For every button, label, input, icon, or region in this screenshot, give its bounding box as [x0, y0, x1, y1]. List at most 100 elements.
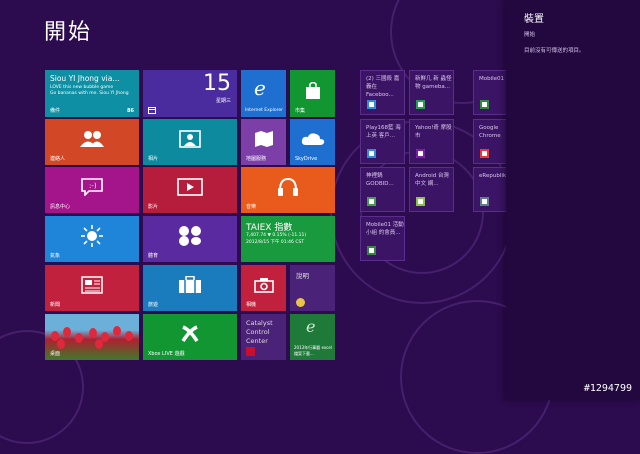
newspaper-icon: [81, 276, 103, 294]
tile-name: 體育: [148, 253, 159, 259]
tile-sports[interactable]: 體育: [143, 216, 237, 262]
tile-skydrive[interactable]: SkyDrive: [290, 119, 335, 165]
small-tile-label: Mobile01 活動小組 的會員...: [366, 222, 404, 236]
watermark: #1294799: [583, 383, 632, 394]
tile-name: 音樂: [246, 204, 257, 210]
tile-name: 連絡人: [50, 156, 66, 162]
sun-icon: [81, 225, 103, 248]
tile-name: 氣象: [50, 253, 61, 259]
small-tile[interactable]: 神裡鍋 GODBID...: [360, 167, 405, 212]
map-icon: [254, 131, 273, 148]
tile-name: Internet Explorer: [245, 108, 284, 113]
catalyst-icon: [246, 347, 255, 356]
small-tile-label: 神裡鍋 GODBID...: [366, 173, 394, 187]
site-favicon-icon: [367, 100, 376, 109]
panel-message: 目前沒有可傳送的項目。: [524, 48, 585, 54]
panel-subtitle: 開始: [524, 32, 536, 38]
tile-name: 桌面: [50, 351, 61, 357]
tile-maps[interactable]: 地圖服務: [241, 119, 286, 165]
site-favicon-icon: [416, 100, 425, 109]
tile-people[interactable]: 連絡人: [45, 119, 139, 165]
tile-name: 2013年行事曆 excel檔案下載...: [294, 345, 332, 356]
tile-name: 影片: [148, 204, 159, 210]
people-hub-line3: Go bananas with me. Siou YI Jhong: [50, 91, 129, 96]
calendar-weekday: 星期三: [215, 98, 231, 104]
tile-weather[interactable]: 氣象: [45, 216, 139, 262]
shopping-bag-icon: [305, 81, 320, 99]
tile-calendar[interactable]: 15 星期三: [143, 70, 237, 117]
small-tile[interactable]: (2) 三國殺 嘉義在 Faceboo...: [360, 70, 405, 115]
tile-desktop[interactable]: 桌面: [45, 314, 139, 360]
people-icon: [80, 131, 104, 148]
site-favicon-icon: [480, 197, 489, 206]
panel-title: 裝置: [524, 14, 544, 25]
finance-line2: 2012/8/15 下午 01:46 CST: [246, 240, 305, 245]
small-tile-label: Android 台灣中文 網...: [415, 173, 450, 187]
ie-icon: e: [254, 76, 266, 100]
tile-name: Xbox LIVE 遊戲: [148, 351, 185, 357]
tile-store[interactable]: 市集: [290, 70, 335, 117]
finance-line1: 7,407.74 ▼ 0.15% (-11.11): [246, 233, 307, 238]
tile-music[interactable]: 音樂: [241, 167, 335, 213]
people-hub-line1: Siou YI Jhong via...: [50, 74, 120, 83]
site-favicon-icon: [416, 149, 425, 158]
tile-name: 市集: [295, 108, 306, 114]
tile-name: 地圖服務: [246, 156, 267, 162]
site-favicon-icon: [367, 246, 376, 255]
small-tile[interactable]: Play168藍 海上英 客戶...: [360, 119, 405, 164]
small-tile-label: 新鮮几 新 蟲怪物 gameba...: [415, 76, 452, 90]
tile-catalyst[interactable]: Catalyst Control Center: [241, 314, 286, 360]
calendar-icon: [148, 107, 156, 114]
tile-video[interactable]: 影片: [143, 167, 237, 213]
tile-internet-explorer[interactable]: e Internet Explorer: [241, 70, 286, 117]
tile-people-hub[interactable]: Siou YI Jhong via... LOVE this new bubbl…: [45, 70, 139, 117]
photo-icon: [179, 130, 201, 149]
tile-excel[interactable]: e 2013年行事曆 excel檔案下載...: [290, 314, 335, 360]
site-favicon-icon: [416, 197, 425, 206]
tile-photos[interactable]: 相片: [143, 119, 237, 165]
headphones-icon: [278, 178, 298, 197]
site-favicon-icon: [480, 149, 489, 158]
xbox-icon: [181, 325, 199, 343]
cloud-icon: [301, 133, 324, 146]
finance-title: TAIEX 指數: [246, 223, 293, 233]
people-hub-line2: LOVE this new bubble game: [50, 85, 114, 90]
site-favicon-icon: [367, 149, 376, 158]
help-icon: [296, 298, 305, 307]
tile-name: Catalyst Control Center: [246, 319, 273, 345]
small-tile[interactable]: Yahoo!奇 摩股市: [409, 119, 454, 164]
camera-icon: [253, 278, 274, 294]
tile-finance[interactable]: TAIEX 指數 7,407.74 ▼ 0.15% (-11.11) 2012/…: [241, 216, 335, 262]
tile-help[interactable]: 說明: [290, 265, 335, 311]
tile-name: 新聞: [50, 302, 61, 308]
tile-messaging[interactable]: :-) 訊息中心: [45, 167, 139, 213]
site-favicon-icon: [480, 100, 489, 109]
tile-name: 相機: [246, 302, 257, 308]
small-tile[interactable]: Android 台灣中文 網...: [409, 167, 454, 212]
calendar-day: 15: [203, 71, 231, 96]
tile-travel[interactable]: 旅遊: [143, 265, 237, 311]
tile-name: 備件: [50, 108, 61, 114]
small-tile[interactable]: Mobile01 活動小組 的會員...: [360, 216, 405, 261]
sports-balls-icon: [179, 226, 201, 247]
tile-xbox[interactable]: Xbox LIVE 遊戲: [143, 314, 237, 360]
tile-name: 相片: [148, 156, 159, 162]
tile-camera[interactable]: 相機: [241, 265, 286, 311]
suitcase-icon: [179, 276, 201, 294]
devices-charm-panel: 裝置 開始 目前沒有可傳送的項目。: [506, 0, 640, 400]
site-favicon-icon: [367, 197, 376, 206]
svg-text::-): :-): [89, 182, 97, 190]
messaging-icon: :-): [81, 178, 103, 197]
small-tile[interactable]: 新鮮几 新 蟲怪物 gameba...: [409, 70, 454, 115]
start-title: 開始: [44, 20, 93, 45]
tile-name: 訊息中心: [50, 204, 71, 210]
video-icon: [177, 178, 203, 197]
notification-badge: 86: [127, 108, 134, 114]
small-tile-label: Yahoo!奇 摩股市: [415, 125, 452, 139]
tile-name: 旅遊: [148, 302, 159, 308]
tile-name: SkyDrive: [295, 156, 318, 162]
small-tile-label: Play168藍 海上英 客戶...: [366, 125, 401, 139]
tile-name: 說明: [296, 272, 309, 280]
tile-news[interactable]: 新聞: [45, 265, 139, 311]
excel-icon: e: [306, 317, 316, 336]
